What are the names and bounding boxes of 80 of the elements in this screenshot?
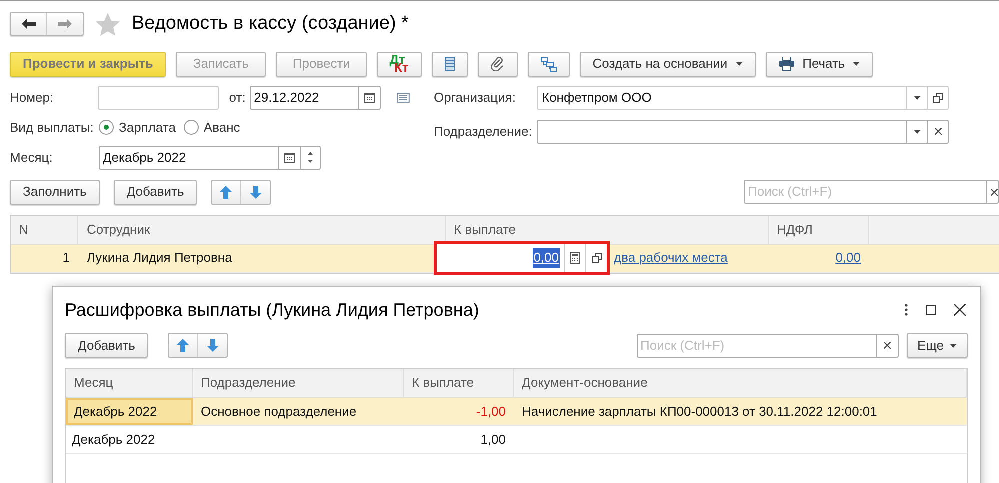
caret-icon <box>736 62 743 66</box>
department-cell-text: Основное подразделение <box>200 402 358 421</box>
caret-icon <box>950 344 957 348</box>
table-button[interactable]: Добавить <box>114 180 198 204</box>
printer-icon <box>778 57 795 71</box>
row-number: 1 <box>62 249 71 268</box>
close-icon[interactable] <box>954 304 966 316</box>
calendar-icon <box>284 152 295 163</box>
dt-kt-button[interactable]: Дт Кт <box>377 52 422 76</box>
month-cell: Декабрь 2022 <box>66 398 193 425</box>
column-header[interactable]: Подразделение <box>193 369 404 397</box>
payment-type-radio[interactable]: Аванс <box>184 118 240 138</box>
create-based-on-button[interactable]: Создать на основании <box>580 52 756 76</box>
column-header[interactable]: N <box>11 216 78 244</box>
down-arrow-icon <box>250 186 262 198</box>
dialog-title: Расшифровка выплаты (Лукина Лидия Петровна) <box>65 298 480 322</box>
table-row[interactable]: Декабрь 2022 Основное подразделение -1,00 Начисление зарплаты КП00-000013 от 30.11.2022 12:00:01 <box>66 398 967 426</box>
right-arrow-icon <box>58 19 72 30</box>
up-arrow-icon <box>177 339 190 352</box>
payment-type-radio[interactable]: Зарплата <box>99 118 176 138</box>
paperclip-icon <box>490 57 505 71</box>
organization-field[interactable]: Конфетпром ООО <box>537 86 949 110</box>
up-arrow-icon <box>220 186 232 198</box>
post-and-close-button[interactable]: Провести и закрыть <box>10 52 166 76</box>
department-field[interactable] <box>537 120 949 144</box>
month-value: Декабрь 2022 <box>102 148 188 167</box>
number-field[interactable] <box>98 86 220 110</box>
caret-icon <box>853 62 860 66</box>
month-cell-text: Декабрь 2022 <box>71 430 156 449</box>
amount-cell-text: 1,00 <box>480 430 507 449</box>
caret-icon <box>914 130 920 134</box>
calculator-icon <box>570 252 580 264</box>
down-arrow-icon <box>206 339 219 352</box>
workplaces-link[interactable]: два рабочих места <box>614 248 728 268</box>
list-button[interactable] <box>432 52 468 76</box>
search-placeholder: Поиск (Ctrl+F) <box>640 336 726 355</box>
column-header[interactable]: НДФЛ <box>769 216 869 244</box>
list-icon <box>444 57 455 71</box>
month-field[interactable]: Декабрь 2022 <box>99 146 321 170</box>
add-button[interactable]: Добавить <box>65 333 148 358</box>
more-button[interactable]: Еще <box>906 333 968 358</box>
calendar-icon <box>364 92 376 103</box>
amount-cell-text: -1,00 <box>475 402 507 421</box>
organization-value: Конфетпром ООО <box>541 88 653 107</box>
department-label: Подразделение: <box>434 122 534 141</box>
search-placeholder: Поиск (Ctrl+F) <box>747 183 834 202</box>
payment-type-label: Вид выплаты: <box>10 118 95 137</box>
hierarchy-icon <box>540 56 557 72</box>
column-header[interactable]: Документ-основание <box>514 369 967 397</box>
document-cell-text: Начисление зарплаты КП00-000013 от 30.11.2022 12:00:01 <box>521 402 878 421</box>
amount-value: 0,00 <box>532 248 560 268</box>
star-icon[interactable] <box>96 12 120 36</box>
date-value: 29.12.2022 <box>253 88 320 107</box>
clear-icon[interactable] <box>991 188 998 196</box>
number-label: Номер: <box>10 88 55 107</box>
column-header[interactable]: К выплате <box>404 369 514 397</box>
date-field[interactable]: 29.12.2022 <box>250 86 382 110</box>
caret-icon <box>914 96 920 100</box>
spin-down-icon[interactable] <box>308 160 313 163</box>
employee-cell-text: Лукина Лидия Петровна <box>86 249 234 268</box>
column-header[interactable]: Месяц <box>66 369 193 397</box>
ndfl-link[interactable]: 0,00 <box>836 248 861 268</box>
left-arrow-icon <box>22 19 36 30</box>
print-button[interactable]: Печать <box>766 52 874 76</box>
attach-button[interactable] <box>478 52 518 76</box>
table-button[interactable]: Заполнить <box>10 180 100 204</box>
open-window-icon <box>933 92 943 102</box>
window-title: Ведомость в кассу (создание) * <box>132 12 409 36</box>
clear-icon[interactable] <box>884 342 891 349</box>
organization-label: Организация: <box>434 88 518 107</box>
open-window-icon <box>592 253 602 263</box>
clear-icon[interactable] <box>934 128 942 135</box>
spin-up-icon[interactable] <box>308 152 313 155</box>
document-list-icon[interactable] <box>397 92 410 102</box>
amount-editor[interactable]: 0,00 <box>434 241 610 275</box>
more-icon[interactable] <box>905 304 908 316</box>
month-label: Месяц: <box>10 148 54 167</box>
date-label: от: <box>229 88 247 107</box>
maximize-icon[interactable] <box>926 305 936 315</box>
structure-button[interactable] <box>528 52 570 76</box>
